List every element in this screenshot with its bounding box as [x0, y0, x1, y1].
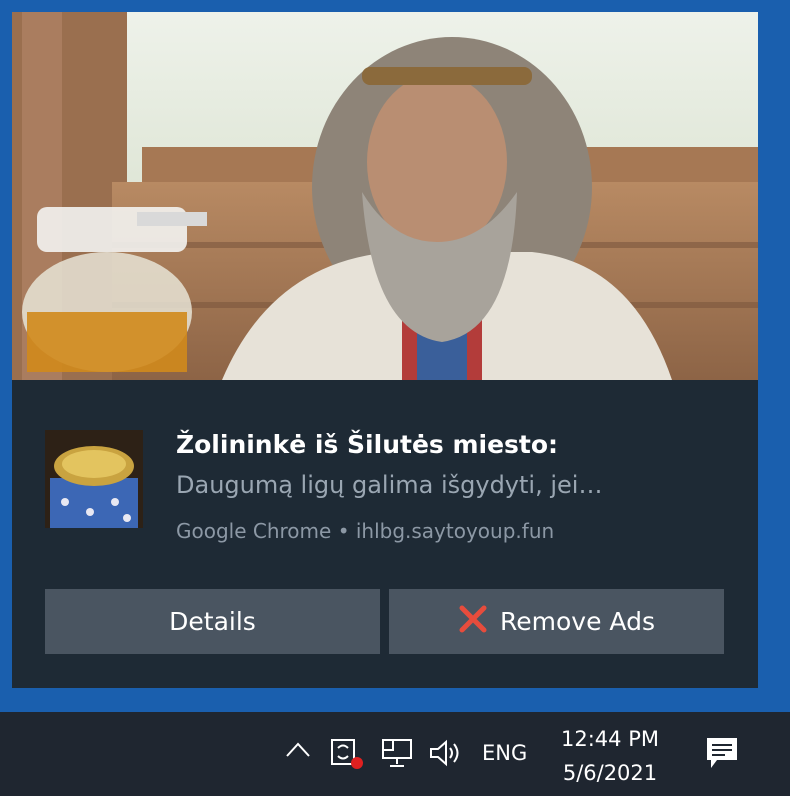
network-icon[interactable] [380, 736, 414, 774]
clock-time: 12:44 PM [561, 727, 659, 751]
notification-toast[interactable]: Žolininkė iš Šilutės miesto: Daugumą lig… [12, 12, 758, 688]
notification-source: Google Chrome • ihlbg.saytoyoup.fun [176, 519, 555, 543]
gold-pills-jar-icon [45, 430, 143, 528]
details-button-label: Details [169, 607, 256, 636]
taskbar-clock[interactable]: 12:44 PM 5/6/2021 [540, 722, 680, 790]
notification-thumbnail [45, 430, 143, 528]
notification-hero-image[interactable] [12, 12, 758, 380]
clock-date: 5/6/2021 [562, 761, 658, 785]
taskbar: ENG 12:44 PM 5/6/2021 [0, 712, 790, 796]
details-button[interactable]: Details [45, 589, 380, 654]
chevron-up-icon[interactable] [285, 740, 311, 764]
remove-ads-button[interactable]: Remove Ads [389, 589, 724, 654]
notification-message: Daugumą ligų galima išgydyti, jei… [176, 471, 603, 499]
red-x-icon [458, 604, 488, 640]
sync-app-icon[interactable] [330, 736, 364, 774]
notification-body: Žolininkė iš Šilutės miesto: Daugumą lig… [12, 380, 758, 688]
hero-photo [12, 12, 758, 380]
action-center-icon[interactable] [705, 736, 739, 774]
volume-icon[interactable] [428, 738, 464, 772]
remove-ads-button-label: Remove Ads [500, 607, 655, 636]
notification-title: Žolininkė iš Šilutės miesto: [176, 430, 559, 459]
language-indicator[interactable]: ENG [482, 741, 527, 765]
